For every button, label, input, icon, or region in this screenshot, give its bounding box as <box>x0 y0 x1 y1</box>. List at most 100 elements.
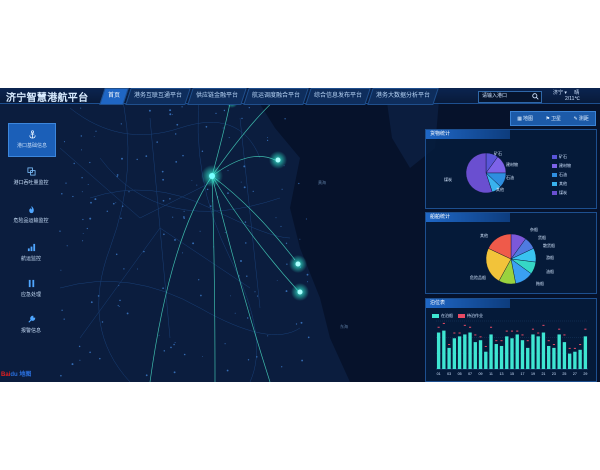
bar <box>552 347 556 369</box>
x-tick-label: 29 <box>583 372 587 376</box>
map-label-east-sea: 东海 <box>340 324 348 329</box>
berth-panel: 泊位表 在泊船 待泊作业 01 03 05 07 09 11 13 15 17 19 21 23 25 2… <box>425 298 597 382</box>
bar <box>452 338 457 369</box>
marker <box>484 345 487 347</box>
slice-label: 货船 <box>538 235 546 240</box>
marker <box>469 326 472 328</box>
sidebar-item-throughput[interactable]: 港口吞吐量监控 <box>8 161 54 193</box>
bar <box>573 351 577 369</box>
slice-label: 煤炭 <box>444 177 452 182</box>
slice-label: 其他 <box>496 187 504 192</box>
marker <box>442 322 445 324</box>
x-tick-label: 23 <box>552 372 556 376</box>
bar <box>515 334 519 369</box>
x-tick-label: 09 <box>479 372 483 376</box>
bar <box>468 332 472 369</box>
bar <box>484 351 488 369</box>
bar <box>578 349 582 369</box>
wrench-icon <box>27 315 35 323</box>
legend-item: 石油 <box>552 172 567 178</box>
goods-pie-chart <box>465 152 507 194</box>
bar <box>499 345 504 369</box>
bar <box>520 340 525 369</box>
slice-label: 杂船 <box>530 227 538 232</box>
map-tools: ▦ 地图 ⚑ 卫星 ✎ 测距 <box>510 111 596 126</box>
search-icon[interactable] <box>532 93 539 100</box>
bar <box>562 342 567 369</box>
marker <box>552 344 555 346</box>
measure-button[interactable]: ✎ 测距 <box>573 115 589 123</box>
marker <box>505 330 508 332</box>
tab-info-publish[interactable]: 综合信息发布平台 <box>305 88 371 105</box>
app-title: 济宁智慧港航平台 <box>6 93 89 104</box>
marker <box>542 324 545 326</box>
ruler-icon: ✎ <box>573 115 578 122</box>
tab-shipping-dispatch[interactable]: 航运调度融合平台 <box>243 88 309 105</box>
port-search <box>478 91 542 103</box>
bar <box>473 342 477 369</box>
marker <box>479 336 482 338</box>
bar <box>547 345 551 369</box>
sidebar-item-port-info[interactable]: 港口基础信息 <box>8 123 56 157</box>
copy-icon <box>26 167 36 176</box>
sidebar-item-alarms[interactable]: 报警信息 <box>8 309 54 341</box>
bar <box>436 332 441 369</box>
main-nav: 首页 港务互联互通平台 供应链金融平台 航运调度融合平台 综合信息发布平台 港务… <box>99 88 439 105</box>
legend-item: 煤炭 <box>552 190 567 196</box>
slice-label: 其他 <box>480 233 488 238</box>
x-tick-label: 25 <box>562 372 566 376</box>
sidebar-item-shipping-monitor[interactable]: 航运监控 <box>8 237 54 269</box>
map-icon: ▦ <box>517 115 522 122</box>
legend-item: 建材物 <box>552 163 571 169</box>
x-tick-label: 15 <box>510 372 514 376</box>
marker <box>516 330 519 332</box>
slice-label: 散货船 <box>543 243 555 248</box>
flag-icon: ⚑ <box>545 115 550 122</box>
x-tick-label: 19 <box>531 372 535 376</box>
marker <box>500 340 503 342</box>
ship-stats-panel: 船舶统计 杂船 货船 散货船 游船 油船 拖船 危险品船 其他 <box>425 212 597 294</box>
top-bar: 济宁智慧港航平台 首页 港务互联互通平台 供应链金融平台 航运调度融合平台 综合… <box>0 88 600 105</box>
x-tick-label: 27 <box>573 372 577 376</box>
marker <box>463 324 466 326</box>
bar <box>478 340 483 369</box>
search-input[interactable] <box>482 92 528 101</box>
marker <box>584 328 587 330</box>
marker <box>573 347 576 349</box>
weather-widget[interactable]: 济宁 ▾ 晴 2/11℃ <box>553 90 580 102</box>
marker <box>521 334 524 336</box>
map-mode-button[interactable]: ▦ 地图 <box>517 115 533 123</box>
slice-label: 矿石 <box>494 151 502 156</box>
bars-icon <box>27 243 35 252</box>
sidebar-item-hazard-transport[interactable]: 危险品运输监控 <box>8 199 54 231</box>
satellite-mode-button[interactable]: ⚑ 卫星 <box>545 115 562 123</box>
tab-big-data[interactable]: 港务大数据分析平台 <box>367 88 439 105</box>
marker <box>526 340 529 342</box>
slice-label: 拖船 <box>536 281 544 286</box>
sidebar-item-emergency[interactable]: 应急处理 <box>8 273 54 305</box>
marker <box>531 328 535 330</box>
bar <box>567 353 572 369</box>
slice-label: 建材物 <box>506 162 518 167</box>
bar <box>442 330 446 369</box>
bar <box>510 338 514 369</box>
tab-port-interconnect[interactable]: 港务互联互通平台 <box>125 88 191 105</box>
anchor-icon <box>28 130 36 139</box>
bar <box>505 336 509 369</box>
x-tick-label: 11 <box>489 372 493 376</box>
baidu-map-logo: Baidu 地图 <box>1 372 32 378</box>
bar <box>463 334 467 369</box>
tab-supply-chain-finance[interactable]: 供应链金融平台 <box>187 88 247 105</box>
marker <box>510 330 514 332</box>
x-tick-label: 01 <box>437 372 441 376</box>
bar <box>447 347 451 369</box>
bar <box>489 334 493 369</box>
legend-item: 其他 <box>552 181 567 187</box>
tab-home[interactable]: 首页 <box>99 88 129 105</box>
marker <box>563 334 566 336</box>
marker <box>547 340 550 342</box>
weather-temp: 2/11℃ <box>565 96 580 102</box>
bar <box>557 334 561 369</box>
ship-pie-chart <box>485 233 537 285</box>
map-label-yellow-sea: 黄海 <box>318 180 326 185</box>
